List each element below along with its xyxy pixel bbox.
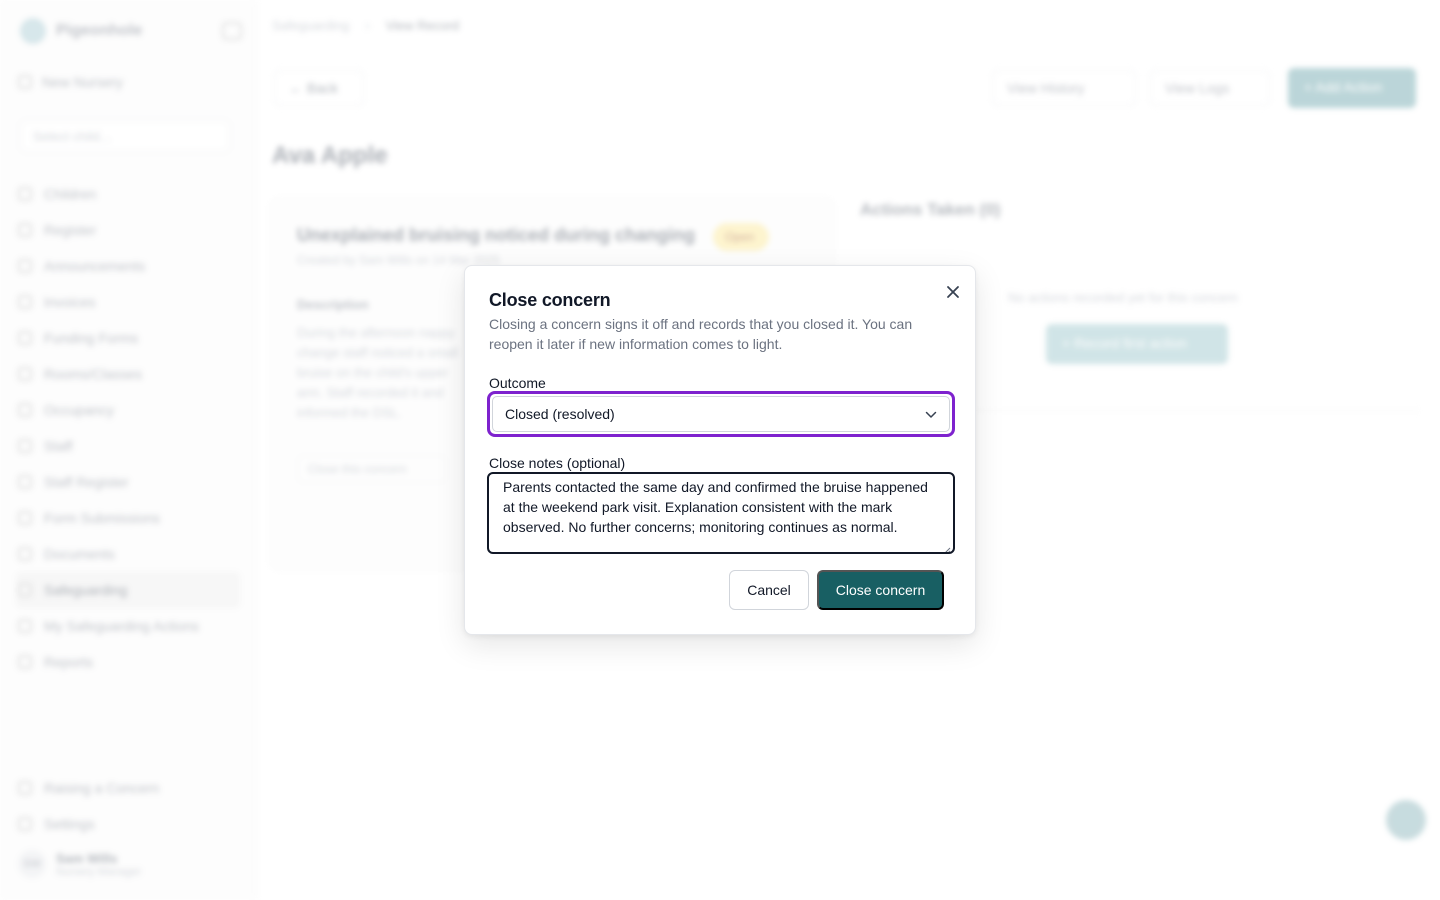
close-concern-dialog: Close concern Closing a concern signs it… [464, 265, 976, 635]
resize-handle-icon[interactable] [943, 542, 951, 552]
outcome-label: Outcome [489, 375, 546, 391]
outcome-selected-value: Closed (resolved) [505, 406, 615, 422]
close-concern-button[interactable]: Close concern [817, 570, 944, 610]
cancel-button[interactable]: Cancel [729, 570, 809, 610]
outcome-select-focus-ring: Closed (resolved) [487, 391, 955, 437]
close-notes-textarea[interactable]: Parents contacted the same day and confi… [487, 472, 955, 554]
close-notes-label: Close notes (optional) [489, 455, 626, 471]
chevron-down-icon [925, 406, 937, 422]
dialog-title: Close concern [489, 290, 611, 310]
outcome-select[interactable]: Closed (resolved) [492, 396, 950, 432]
close-icon[interactable] [941, 280, 965, 304]
close-notes-value: Parents contacted the same day and confi… [503, 479, 928, 535]
dialog-description: Closing a concern signs it off and recor… [489, 316, 913, 352]
